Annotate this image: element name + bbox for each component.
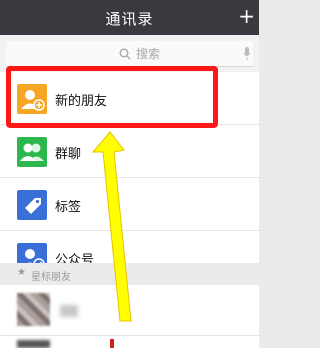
arrow-annotation <box>91 131 132 322</box>
